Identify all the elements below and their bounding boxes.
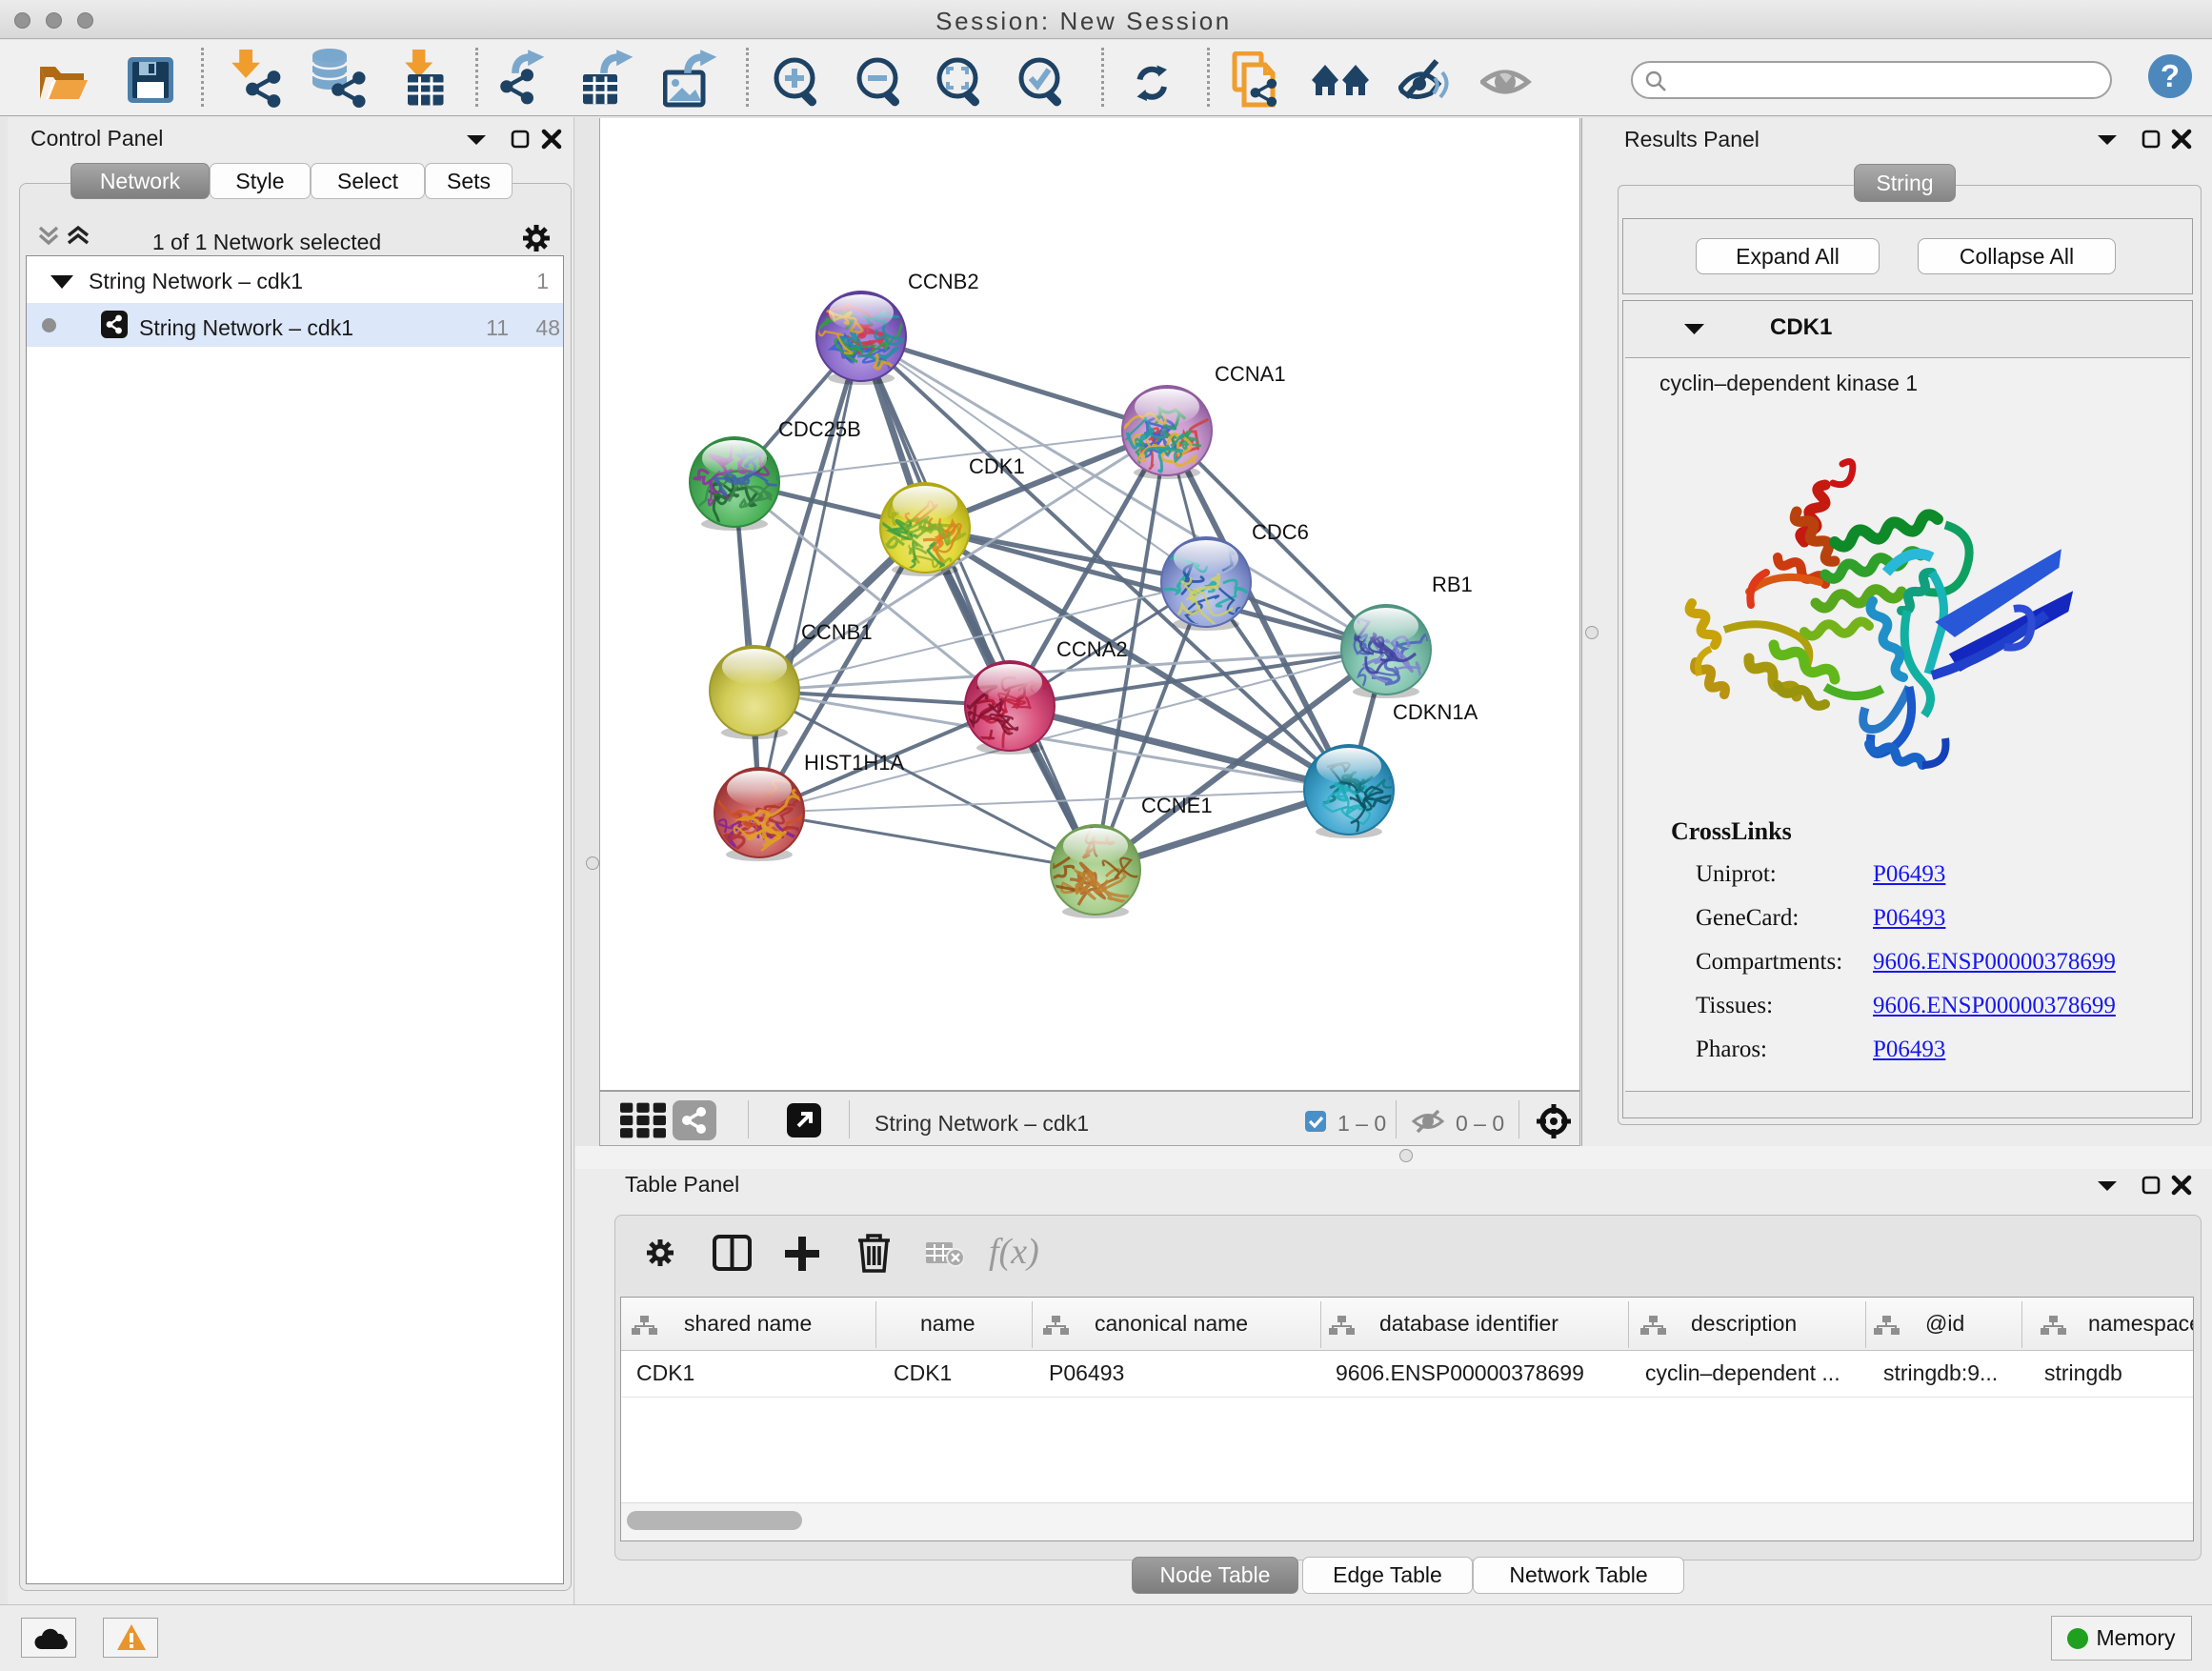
svg-text:CDC25B: CDC25B bbox=[778, 417, 861, 441]
svg-text:CCNE1: CCNE1 bbox=[1141, 794, 1213, 817]
svg-text:CDK1: CDK1 bbox=[969, 454, 1025, 478]
svg-text:CCNA1: CCNA1 bbox=[1215, 362, 1286, 386]
svg-text:CCNA2: CCNA2 bbox=[1056, 637, 1128, 661]
svg-text:HIST1H1A: HIST1H1A bbox=[804, 751, 904, 775]
svg-text:CDC6: CDC6 bbox=[1252, 520, 1309, 544]
svg-text:CDKN1A: CDKN1A bbox=[1393, 700, 1478, 724]
svg-text:CCNB2: CCNB2 bbox=[908, 270, 979, 293]
svg-text:?: ? bbox=[2161, 58, 2180, 93]
svg-text:CCNB1: CCNB1 bbox=[801, 620, 873, 644]
svg-text:RB1: RB1 bbox=[1432, 573, 1473, 596]
